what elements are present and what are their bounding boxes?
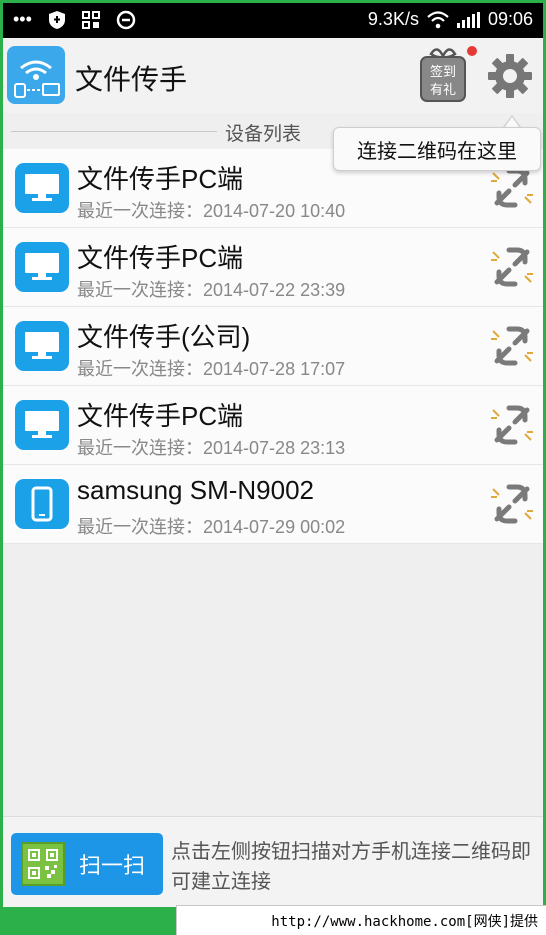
device-name: 文件传手PC端 [77, 401, 244, 431]
watermark-url: http://www.hackhome.com[网侠]提供 [176, 905, 546, 935]
scan-hint-text: 点击左侧按钮扫描对方手机连接二维码即可建立连接 [171, 841, 531, 893]
device-name: 文件传手PC端 [77, 164, 244, 194]
monitor-icon [15, 242, 69, 292]
gear-icon[interactable] [487, 53, 533, 99]
scan-button-label: 扫一扫 [79, 853, 146, 878]
shield-icon [48, 10, 65, 29]
more-dots-icon: ••• [13, 9, 32, 29]
device-item-2[interactable]: 文件传手(公司) 最近一次连接：2014-07-28 17:07 [3, 307, 543, 386]
status-bar-right: 9.3K/s 09:06 [368, 9, 533, 30]
phone-icon [15, 479, 69, 529]
qr-code-icon [21, 842, 65, 886]
broken-link-icon[interactable] [487, 479, 537, 529]
app-header: 文件传手 签到 有礼 [3, 38, 543, 113]
broken-link-icon[interactable] [487, 321, 537, 371]
gift-checkin-icon[interactable]: 签到 有礼 [415, 44, 471, 104]
app-title: 文件传手 [75, 64, 188, 95]
section-title: 设备列表 [225, 124, 302, 145]
monitor-icon [15, 321, 69, 371]
app-logo-icon [7, 46, 65, 104]
device-name: 文件传手(公司) [77, 322, 251, 352]
status-bar: ••• 9.3K/s 09:06 [3, 3, 543, 38]
device-name: samsung SM-N9002 [77, 475, 314, 505]
gift-text-top: 签到 [430, 64, 456, 80]
clock: 09:06 [487, 9, 533, 29]
device-item-1[interactable]: 文件传手PC端 最近一次连接：2014-07-22 23:39 [3, 228, 543, 307]
broken-link-icon[interactable] [487, 400, 537, 450]
bottom-bar: 扫一扫 点击左侧按钮扫描对方手机连接二维码即可建立连接 [3, 816, 543, 907]
broken-link-icon[interactable] [487, 242, 537, 292]
monitor-icon [15, 163, 69, 213]
app-screen: ••• 9.3K/s 09:06 文件传手 签到 有礼 设备列表 文件传手PC端… [3, 3, 543, 907]
notification-dot [467, 46, 477, 56]
signal-icon [456, 11, 480, 28]
device-last-connected: 最近一次连接：2014-07-29 00:02 [77, 517, 346, 537]
device-last-connected: 最近一次连接：2014-07-22 23:39 [77, 280, 346, 300]
status-bar-left: ••• [13, 9, 136, 30]
device-item-4[interactable]: samsung SM-N9002 最近一次连接：2014-07-29 00:02 [3, 465, 543, 544]
wifi-icon [427, 10, 449, 28]
network-speed: 9.3K/s [367, 9, 419, 29]
divider [11, 131, 217, 132]
device-list: 文件传手PC端 最近一次连接：2014-07-20 10:40 文件传手PC端 … [3, 149, 543, 544]
device-last-connected: 最近一次连接：2014-07-20 10:40 [77, 201, 346, 221]
scan-button[interactable]: 扫一扫 [11, 833, 163, 895]
device-last-connected: 最近一次连接：2014-07-28 17:07 [77, 359, 346, 379]
monitor-icon [15, 400, 69, 450]
grid-app-icon [81, 10, 100, 29]
gift-text-bottom: 有礼 [430, 82, 456, 98]
device-last-connected: 最近一次连接：2014-07-28 23:13 [77, 438, 346, 458]
device-item-3[interactable]: 文件传手PC端 最近一次连接：2014-07-28 23:13 [3, 386, 543, 465]
sync-icon [116, 10, 136, 29]
qr-code-tooltip: 连接二维码在这里 [333, 127, 541, 171]
device-name: 文件传手PC端 [77, 243, 244, 273]
